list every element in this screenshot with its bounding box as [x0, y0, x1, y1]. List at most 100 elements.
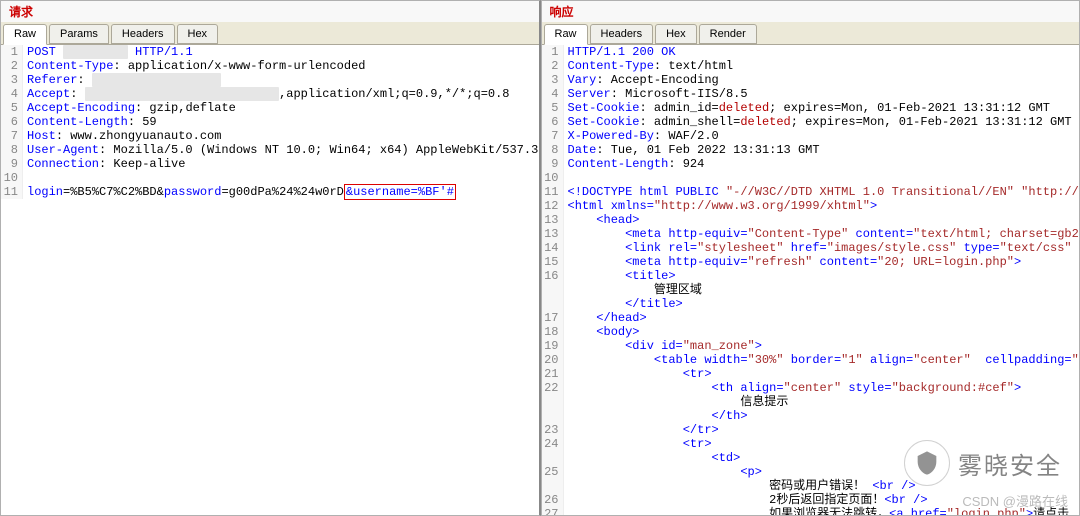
code-line: 5Accept-Encoding: gzip,deflate	[1, 101, 539, 115]
line-number: 10	[1, 171, 23, 185]
tab-headers[interactable]: Headers	[590, 24, 654, 44]
line-content: Content-Length: 59	[23, 115, 157, 129]
code-line: 11<!DOCTYPE html PUBLIC "-//W3C//DTD XHT…	[542, 185, 1080, 199]
code-line: 9Content-Length: 924	[542, 157, 1080, 171]
line-content: <tr>	[564, 437, 712, 451]
line-content: <body>	[564, 325, 640, 339]
code-line: 7X-Powered-By: WAF/2.0	[542, 129, 1080, 143]
code-line: 21 <tr>	[542, 367, 1080, 381]
line-number: 7	[542, 129, 564, 143]
line-number: 13	[542, 227, 564, 241]
code-line: 5Set-Cookie: admin_id=deleted; expires=M…	[542, 101, 1080, 115]
line-content: 信息提示	[564, 395, 789, 409]
line-content: Vary: Accept-Encoding	[564, 73, 719, 87]
code-line: 13 <meta http-equiv="Content-Type" conte…	[542, 227, 1080, 241]
code-line: 信息提示	[542, 395, 1080, 409]
code-line: 27 如果浏览器无法跳转，<a href="login.php">请点击	[542, 507, 1080, 515]
line-number	[542, 479, 564, 493]
line-content: Host: www.zhongyuanauto.com	[23, 129, 221, 143]
tab-raw[interactable]: Raw	[544, 24, 588, 45]
line-number	[542, 409, 564, 423]
line-number: 3	[1, 73, 23, 87]
line-content: X-Powered-By: WAF/2.0	[564, 129, 719, 143]
line-content: Server: Microsoft-IIS/8.5	[564, 87, 748, 101]
line-number: 11	[1, 185, 23, 199]
request-title: 请求	[1, 1, 539, 22]
line-content: Accept: text/html,application/xhtml,appl…	[23, 87, 510, 101]
response-title: 响应	[542, 1, 1080, 22]
line-number	[542, 451, 564, 465]
code-line: 2Content-Type: application/x-www-form-ur…	[1, 59, 539, 73]
line-content: <link rel="stylesheet" href="images/styl…	[564, 241, 1080, 255]
line-number: 8	[542, 143, 564, 157]
line-content: <title>	[564, 269, 676, 283]
line-content: POST xxxxxxxxx HTTP/1.1	[23, 45, 193, 59]
tab-hex[interactable]: Hex	[655, 24, 697, 44]
code-line: 16 <title>	[542, 269, 1080, 283]
code-line: 13 <head>	[542, 213, 1080, 227]
line-number: 24	[542, 437, 564, 451]
code-line: 6Content-Length: 59	[1, 115, 539, 129]
code-line: 2Content-Type: text/html	[542, 59, 1080, 73]
tab-hex[interactable]: Hex	[177, 24, 219, 44]
line-number: 23	[542, 423, 564, 437]
line-number: 12	[542, 199, 564, 213]
code-line: 8User-Agent: Mozilla/5.0 (Windows NT 10.…	[1, 143, 539, 157]
line-content: <meta http-equiv="refresh" content="20; …	[564, 255, 1022, 269]
request-pane: 请求 RawParamsHeadersHex 1POST xxxxxxxxx H…	[0, 0, 541, 516]
code-line: 8Date: Tue, 01 Feb 2022 13:31:13 GMT	[542, 143, 1080, 157]
line-number: 8	[1, 143, 23, 157]
line-number: 9	[1, 157, 23, 171]
line-number: 5	[1, 101, 23, 115]
line-content: 2秒后返回指定页面！<br />	[564, 493, 928, 507]
line-content: Content-Type: text/html	[564, 59, 734, 73]
line-content: <html xmlns="http://www.w3.org/1999/xhtm…	[564, 199, 878, 213]
line-content: 密码或用户错误！ <br />	[564, 479, 916, 493]
line-content: </th>	[564, 409, 748, 423]
line-content: </tr>	[564, 423, 719, 437]
request-code[interactable]: 1POST xxxxxxxxx HTTP/1.12Content-Type: a…	[1, 45, 539, 515]
line-content: 管理区域	[564, 283, 702, 297]
line-content: <div id="man_zone">	[564, 339, 762, 353]
tab-params[interactable]: Params	[49, 24, 109, 44]
code-line: 14 <link rel="stylesheet" href="images/s…	[542, 241, 1080, 255]
line-number: 3	[542, 73, 564, 87]
line-number: 13	[542, 213, 564, 227]
line-number: 22	[542, 381, 564, 395]
line-number: 2	[542, 59, 564, 73]
code-line: 10	[542, 171, 1080, 185]
line-number	[542, 395, 564, 409]
line-content: </title>	[564, 297, 683, 311]
line-content: <th align="center" style="background:#ce…	[564, 381, 1022, 395]
response-code[interactable]: 1HTTP/1.1 200 OK2Content-Type: text/html…	[542, 45, 1080, 515]
tab-headers[interactable]: Headers	[111, 24, 175, 44]
line-number: 1	[1, 45, 23, 59]
code-line: 1HTTP/1.1 200 OK	[542, 45, 1080, 59]
line-content: login=%B5%C7%C2%BD&password=g00dPa%24%24…	[23, 185, 456, 199]
line-content: 如果浏览器无法跳转，<a href="login.php">请点击	[564, 507, 1070, 515]
tab-render[interactable]: Render	[699, 24, 757, 44]
code-line: 15 <meta http-equiv="refresh" content="2…	[542, 255, 1080, 269]
line-content: <table width="30%" border="1" align="cen…	[564, 353, 1080, 367]
line-number: 5	[542, 101, 564, 115]
line-number: 15	[542, 255, 564, 269]
line-number: 4	[542, 87, 564, 101]
code-line: 11login=%B5%C7%C2%BD&password=g00dPa%24%…	[1, 185, 539, 199]
code-line: 9Connection: Keep-alive	[1, 157, 539, 171]
code-line: 24 <tr>	[542, 437, 1080, 451]
code-line: 22 <th align="center" style="background:…	[542, 381, 1080, 395]
code-line: </title>	[542, 297, 1080, 311]
code-line: 23 </tr>	[542, 423, 1080, 437]
code-line: 20 <table width="30%" border="1" align="…	[542, 353, 1080, 367]
line-number: 10	[542, 171, 564, 185]
line-content: Referer: xxxxxxxxxxxxxxxxxx	[23, 73, 221, 87]
line-number: 6	[542, 115, 564, 129]
tab-raw[interactable]: Raw	[3, 24, 47, 45]
line-number: 11	[542, 185, 564, 199]
line-content: <td>	[564, 451, 741, 465]
line-number: 20	[542, 353, 564, 367]
line-number	[542, 297, 564, 311]
code-line: </th>	[542, 409, 1080, 423]
code-line: 3Vary: Accept-Encoding	[542, 73, 1080, 87]
code-line: 26 2秒后返回指定页面！<br />	[542, 493, 1080, 507]
